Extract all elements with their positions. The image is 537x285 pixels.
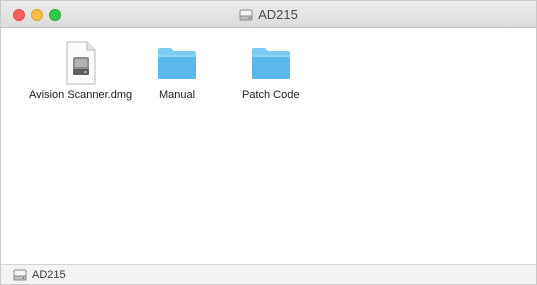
folder-icon [154, 40, 200, 86]
folder-item-patch-code[interactable]: Patch Code [242, 40, 299, 101]
finder-window: AD215 Avision Scanner.dmg Manual Patch C… [0, 0, 537, 285]
window-title-group: AD215 [1, 1, 536, 28]
file-item-label: Avision Scanner.dmg [29, 89, 133, 101]
title-bar[interactable]: AD215 [1, 1, 536, 28]
disk-image-icon[interactable] [13, 269, 27, 281]
path-bar: AD215 [1, 264, 536, 284]
folder-icon [248, 40, 294, 86]
file-item-avision-scanner-dmg[interactable]: Avision Scanner.dmg [29, 40, 132, 101]
path-bar-label[interactable]: AD215 [32, 269, 66, 281]
finder-content-area[interactable]: Avision Scanner.dmg Manual Patch Code [1, 28, 536, 264]
folder-item-manual[interactable]: Manual [154, 40, 200, 101]
dmg-file-icon [58, 40, 104, 86]
folder-item-label: Manual [158, 89, 196, 101]
disk-image-icon [239, 9, 253, 21]
window-title: AD215 [258, 7, 298, 22]
folder-item-label: Patch Code [242, 89, 300, 101]
